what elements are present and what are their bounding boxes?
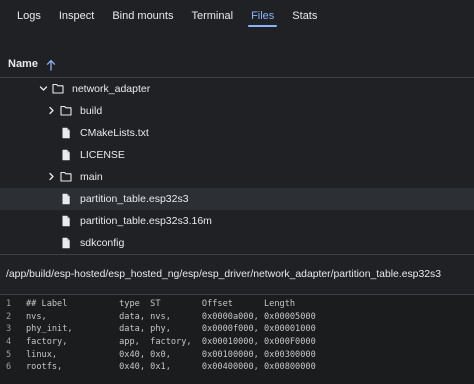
code-text: factory, app, factory, 0x00010000, 0x000…: [26, 337, 316, 348]
code-line: 1 ## Label type ST Offset Length: [0, 298, 474, 311]
tree-file-row[interactable]: CMakeLists.txt: [0, 122, 474, 144]
tab-logs[interactable]: Logs: [8, 0, 50, 34]
code-text: ## Label type ST Offset Length: [26, 299, 296, 309]
file-icon: [60, 193, 72, 205]
name-column-header[interactable]: Name: [8, 58, 38, 70]
tree-folder-row[interactable]: main: [0, 166, 474, 188]
line-number: 6: [6, 362, 12, 373]
code-text: nvs, data, nvs, 0x0000a000, 0x00005000: [26, 311, 316, 322]
code-line: 6 rootfs, 0x40, 0x1, 0x00400000, 0x008000…: [0, 361, 474, 374]
chevron-down-icon[interactable]: [38, 84, 48, 94]
chevron-right-icon[interactable]: [46, 172, 56, 182]
tree-item-label: partition_table.esp32s3: [80, 192, 189, 205]
code-text: linux, 0x40, 0x0, 0x00100000, 0x00300000: [26, 349, 316, 360]
code-text: phy_init, data, phy, 0x0000f000, 0x00001…: [26, 324, 316, 335]
chevron-right-icon[interactable]: [46, 106, 56, 116]
tab-bar: Logs Inspect Bind mounts Terminal Files Stats: [0, 0, 474, 34]
code-text: rootfs, 0x40, 0x1, 0x00400000, 0x0080000…: [26, 362, 316, 373]
tree-header[interactable]: Name: [0, 50, 474, 78]
line-number: 2: [6, 311, 12, 322]
folder-icon: [52, 83, 64, 95]
tab-bind-mounts[interactable]: Bind mounts: [103, 0, 182, 34]
tab-inspect[interactable]: Inspect: [50, 0, 103, 34]
tree-folder-row[interactable]: network_adapter: [0, 78, 474, 100]
tree-file-row[interactable]: partition_table.esp32s3.16m: [0, 210, 474, 232]
tree-item-label: sdkconfig: [80, 236, 125, 249]
tree-item-label: partition_table.esp32s3.16m: [80, 214, 212, 227]
code-line: 4 factory, app, factory, 0x00010000, 0x00…: [0, 336, 474, 349]
file-icon: [60, 127, 72, 139]
file-tree: network_adapterbuild CMakeLists.txt LICENS…: [0, 78, 474, 254]
line-number: 5: [6, 349, 12, 360]
code-line: 3 phy_init, data, phy, 0x0000f000, 0x0000…: [0, 323, 474, 336]
file-icon: [60, 215, 72, 227]
tree-file-row[interactable]: sdkconfig: [0, 232, 474, 254]
file-icon: [60, 149, 72, 161]
file-content-viewer[interactable]: 1 ## Label type ST Offset Length 2 nvs, dat…: [0, 294, 474, 384]
line-number: 4: [6, 337, 12, 348]
tab-files[interactable]: Files: [242, 0, 283, 34]
code-line: 2 nvs, data, nvs, 0x0000a000, 0x00005000: [0, 311, 474, 324]
file-icon: [60, 237, 72, 249]
tree-item-label: build: [80, 104, 103, 117]
tree-item-label: LICENSE: [80, 148, 125, 161]
line-number: 1: [6, 299, 12, 309]
tab-terminal[interactable]: Terminal: [182, 0, 242, 34]
tree-file-row[interactable]: partition_table.esp32s3: [0, 188, 474, 210]
tree-item-label: CMakeLists.txt: [80, 126, 149, 139]
sort-ascending-icon[interactable]: [46, 58, 56, 71]
tree-item-label: network_adapter: [72, 82, 151, 95]
folder-icon: [60, 105, 72, 117]
tree-folder-row[interactable]: build: [0, 100, 474, 122]
tree-file-row[interactable]: LICENSE: [0, 144, 474, 166]
tree-item-label: main: [80, 170, 103, 183]
line-number: 3: [6, 324, 12, 335]
file-path-bar: /app/build/esp-hosted/esp_hosted_ng/esp/…: [0, 255, 474, 293]
file-path: /app/build/esp-hosted/esp_hosted_ng/esp/…: [6, 268, 441, 280]
folder-icon: [60, 171, 72, 183]
tab-stats[interactable]: Stats: [283, 0, 326, 34]
code-line: 5 linux, 0x40, 0x0, 0x00100000, 0x0030000…: [0, 349, 474, 362]
